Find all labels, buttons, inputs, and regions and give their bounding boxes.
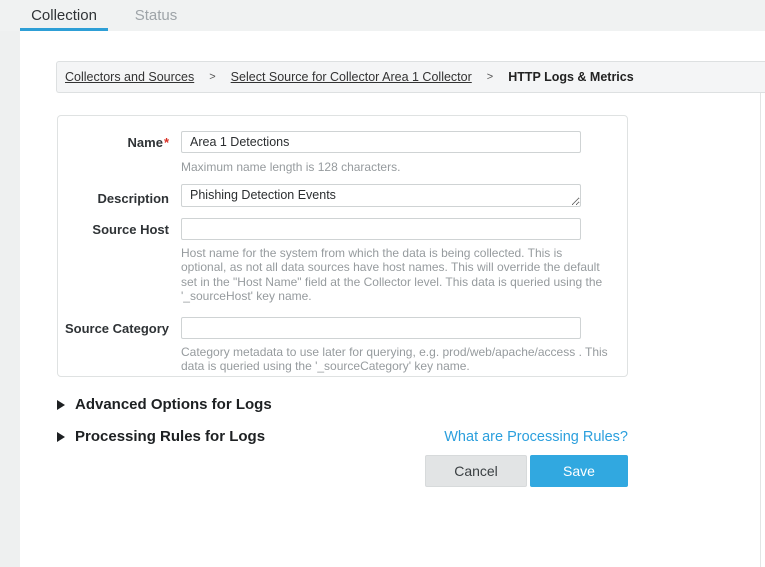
- processing-rules-section-toggle[interactable]: Processing Rules for Logs: [57, 428, 265, 445]
- cancel-button[interactable]: Cancel: [425, 455, 527, 487]
- breadcrumb-separator: >: [487, 71, 493, 83]
- breadcrumb-link-collectors-and-sources[interactable]: Collectors and Sources: [65, 70, 194, 84]
- source-host-input[interactable]: [181, 218, 581, 240]
- tab-collection-label: Collection: [31, 7, 97, 24]
- tab-bar: [0, 0, 765, 31]
- breadcrumb: Collectors and Sources > Select Source f…: [56, 61, 765, 93]
- left-gutter: [0, 31, 20, 567]
- description-field-row: Description Phishing Detection Events: [58, 184, 627, 212]
- tab-status-label: Status: [135, 7, 178, 24]
- save-button[interactable]: Save: [530, 455, 628, 487]
- name-input[interactable]: [181, 131, 581, 153]
- source-category-field-row: Source Category: [58, 317, 627, 339]
- advanced-options-label: Advanced Options for Logs: [75, 396, 272, 413]
- name-field-row: Name*: [58, 131, 627, 153]
- breadcrumb-separator: >: [209, 71, 215, 83]
- panel-right-border: [760, 93, 761, 567]
- source-category-help-text: Category metadata to use later for query…: [181, 345, 608, 374]
- active-tab-underline: [20, 28, 108, 31]
- source-host-help-text: Host name for the system from which the …: [181, 246, 602, 303]
- source-config-page: Collection Status Collectors and Sources…: [0, 0, 765, 567]
- breadcrumb-current-page: HTTP Logs & Metrics: [508, 70, 633, 84]
- source-form-card: Name* Maximum name length is 128 charact…: [57, 115, 628, 377]
- source-host-label: Source Host: [58, 222, 169, 237]
- tab-status[interactable]: Status: [122, 0, 190, 31]
- what-are-processing-rules-link[interactable]: What are Processing Rules?: [444, 429, 628, 445]
- description-textarea[interactable]: Phishing Detection Events: [181, 184, 581, 207]
- caret-right-icon: [57, 432, 65, 442]
- advanced-options-section-toggle[interactable]: Advanced Options for Logs: [57, 396, 272, 413]
- description-label: Description: [58, 191, 169, 206]
- breadcrumb-link-select-source[interactable]: Select Source for Collector Area 1 Colle…: [231, 70, 472, 84]
- name-label: Name*: [58, 135, 169, 150]
- caret-right-icon: [57, 400, 65, 410]
- source-category-label: Source Category: [58, 321, 169, 336]
- required-asterisk: *: [164, 135, 169, 150]
- source-host-field-row: Source Host: [58, 218, 627, 240]
- name-help-text: Maximum name length is 128 characters.: [181, 160, 400, 174]
- source-category-input[interactable]: [181, 317, 581, 339]
- tab-collection[interactable]: Collection: [20, 0, 108, 31]
- processing-rules-label: Processing Rules for Logs: [75, 428, 265, 445]
